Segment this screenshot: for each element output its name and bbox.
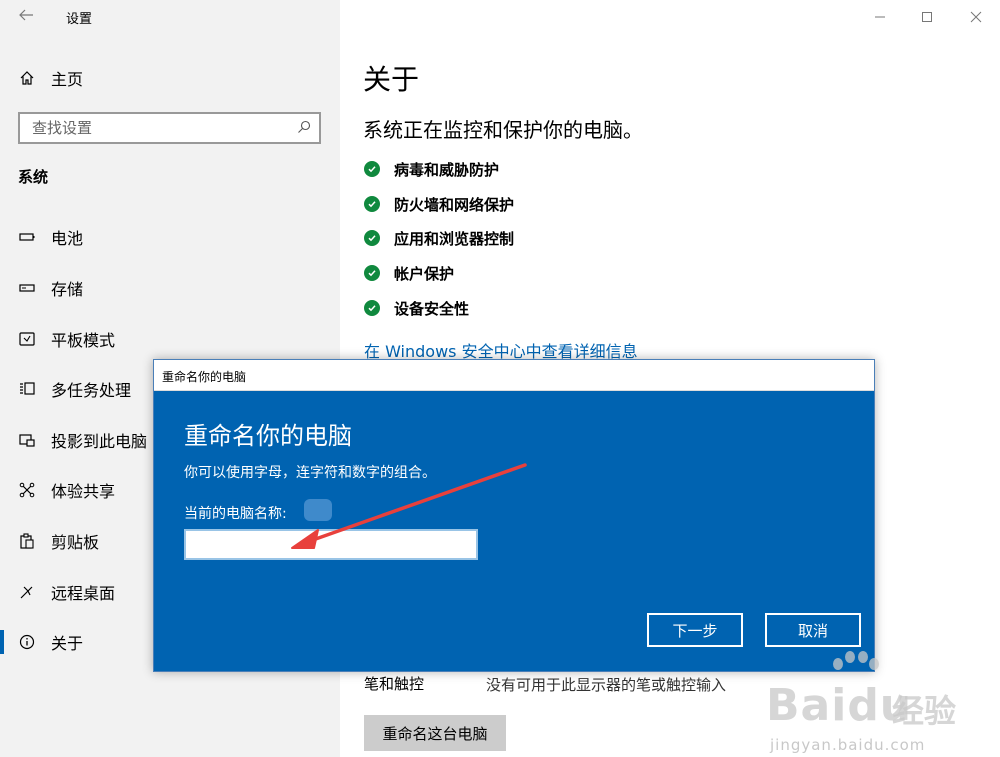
- protection-item: 防火墙和网络保护: [364, 192, 514, 216]
- dialog-heading: 重命名你的电脑: [184, 422, 352, 450]
- protection-status: 系统正在监控和保护你的电脑。: [363, 118, 643, 142]
- watermark-cn: 经验: [892, 692, 957, 730]
- multitasking-icon: [18, 380, 36, 398]
- cancel-button[interactable]: 取消: [765, 613, 861, 647]
- dialog-description: 你可以使用字母，连字符和数字的组合。: [184, 465, 436, 481]
- battery-icon: [18, 228, 36, 246]
- rename-pc-button[interactable]: 重命名这台电脑: [364, 715, 506, 751]
- app-title: 设置: [66, 12, 93, 27]
- home-icon: [18, 69, 36, 87]
- protection-item: 应用和浏览器控制: [364, 226, 514, 250]
- check-circle-icon: [364, 196, 380, 212]
- rename-dialog: 重命名你的电脑 重命名你的电脑 你可以使用字母，连字符和数字的组合。 当前的电脑…: [153, 359, 875, 672]
- settings-window: 设置 主页 系统 电池 存储: [0, 0, 1000, 757]
- check-circle-icon: [364, 265, 380, 281]
- search-box[interactable]: [18, 112, 321, 144]
- current-name-label: 当前的电脑名称:: [184, 506, 287, 522]
- remote-desktop-icon: [18, 583, 36, 601]
- sidebar-item-label: 存储: [51, 280, 84, 299]
- sidebar-item-label: 投影到此电脑: [51, 432, 148, 451]
- sidebar-item-label: 远程桌面: [51, 584, 116, 603]
- sidebar-item-label: 剪贴板: [51, 533, 100, 552]
- sidebar-item-storage[interactable]: 存储: [0, 268, 340, 308]
- page-title: 关于: [363, 63, 420, 96]
- info-icon: [18, 633, 36, 651]
- sidebar-item-home[interactable]: 主页: [0, 58, 340, 98]
- watermark-url: jingyan.baidu.com: [770, 736, 926, 754]
- minimize-icon[interactable]: [856, 0, 904, 34]
- sidebar-item-label: 平板模式: [51, 331, 116, 350]
- protection-item: 帐户保护: [364, 261, 454, 285]
- check-circle-icon: [364, 230, 380, 246]
- close-icon[interactable]: [952, 0, 1000, 34]
- maximize-icon[interactable]: [903, 0, 951, 34]
- project-icon: [18, 431, 36, 449]
- next-button[interactable]: 下一步: [647, 613, 743, 647]
- sidebar-item-label: 多任务处理: [51, 381, 132, 400]
- dialog-window-title: 重命名你的电脑: [162, 370, 247, 384]
- pen-touch-value: 没有可用于此显示器的笔或触控输入: [486, 676, 727, 694]
- clipboard-icon: [18, 532, 36, 550]
- dialog-titlebar: 重命名你的电脑: [154, 360, 874, 391]
- search-icon[interactable]: [297, 119, 311, 138]
- sidebar-item-label: 电池: [51, 229, 84, 248]
- sidebar-item-label: 体验共享: [51, 482, 116, 501]
- baidu-watermark: Baidu 经验 jingyan.baidu.com: [760, 650, 1000, 757]
- watermark-brand: Baidu: [766, 680, 913, 731]
- pen-touch-label: 笔和触控: [364, 675, 425, 693]
- search-input[interactable]: [32, 119, 272, 137]
- sidebar-item-battery[interactable]: 电池: [0, 217, 340, 257]
- tablet-mode-icon: [18, 330, 36, 348]
- shared-experiences-icon: [18, 481, 36, 499]
- storage-icon: [18, 279, 36, 297]
- protection-item: 病毒和威胁防护: [364, 157, 499, 181]
- protection-item: 设备安全性: [364, 296, 469, 320]
- section-title: 系统: [18, 168, 49, 186]
- check-circle-icon: [364, 161, 380, 177]
- check-circle-icon: [364, 300, 380, 316]
- sidebar-item-label: 主页: [51, 70, 84, 89]
- sidebar-item-tablet-mode[interactable]: 平板模式: [0, 319, 340, 359]
- new-pc-name-input[interactable]: [184, 529, 478, 560]
- back-arrow-icon[interactable]: [14, 6, 38, 30]
- redacted-name: [304, 499, 332, 521]
- sidebar-item-label: 关于: [51, 634, 84, 653]
